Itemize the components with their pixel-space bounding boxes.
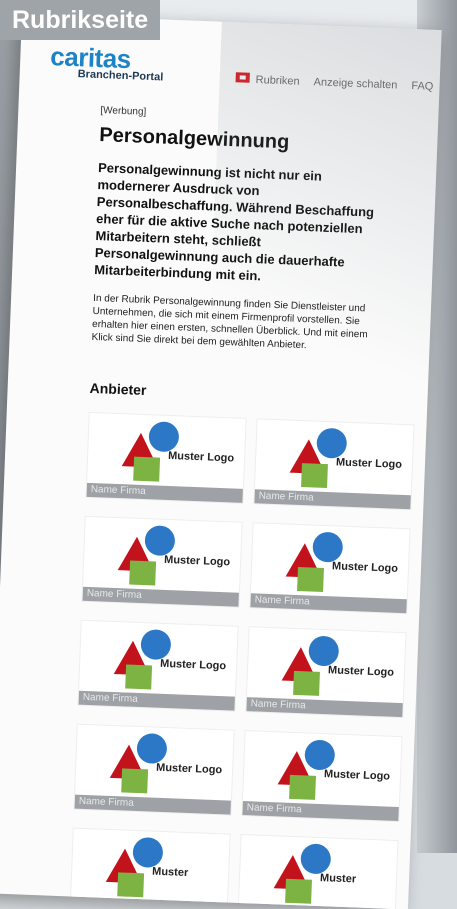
logo-text: Muster Logo (335, 456, 403, 471)
logo-text: Muster Logo (331, 560, 399, 575)
provider-card[interactable]: Muster Logo Name Firma (241, 730, 403, 823)
logo-text: Muster Logo (323, 768, 391, 783)
square-shape (285, 878, 312, 904)
logo-text: Muster Logo (327, 664, 395, 679)
provider-card[interactable]: Muster (237, 833, 399, 909)
provider-logo: Muster (239, 835, 398, 909)
provider-card[interactable]: Muster Logo Name Firma (85, 411, 247, 504)
square-shape (125, 664, 153, 690)
nav-item-anzeige[interactable]: Anzeige schalten (313, 76, 397, 91)
providers-heading: Anbieter (89, 379, 147, 399)
provider-logo: Muster Logo (251, 523, 410, 599)
page-title: Personalgewinnung (98, 124, 290, 154)
logo-text: Muster (319, 872, 357, 886)
provider-logo: Muster Logo (87, 413, 246, 489)
nav-item-faq[interactable]: FAQ (411, 80, 433, 93)
logo-text: Muster (151, 865, 189, 880)
square-shape (133, 456, 161, 482)
menu-flag-icon (235, 72, 250, 83)
nav-item-rubriken[interactable]: Rubriken (235, 72, 300, 88)
provider-logo: Muster Logo (255, 419, 414, 495)
logo-text: Muster Logo (163, 553, 231, 569)
square-shape (301, 463, 328, 489)
lead-paragraph: Personalgewinnung ist nicht nur ein mode… (93, 160, 375, 284)
provider-logo: Muster (71, 829, 230, 905)
provider-logo: Muster Logo (79, 621, 238, 697)
provider-card[interactable]: Muster (70, 827, 231, 906)
provider-logo: Muster Logo (75, 725, 234, 801)
page-type-label: Rubrikseite (0, 0, 161, 40)
provider-card[interactable]: Muster Logo Name Firma (81, 515, 243, 608)
providers-grid: Muster Logo Name Firma Muster Logo Name … (70, 411, 415, 909)
provider-card[interactable]: Muster Logo Name Firma (77, 619, 239, 712)
provider-card[interactable]: Muster Logo Name Firma (245, 626, 407, 719)
logo-text: Muster Logo (155, 761, 223, 777)
square-shape (297, 567, 324, 592)
logo-text: Muster Logo (159, 657, 227, 673)
square-shape (117, 872, 145, 898)
provider-logo: Muster Logo (83, 517, 242, 593)
square-shape (289, 774, 316, 800)
site-header: caritas Branchen-Portal Rubriken Anzeige… (49, 41, 441, 106)
provider-card[interactable]: Muster Logo Name Firma (249, 522, 411, 615)
provider-card[interactable]: Muster Logo Name Firma (253, 418, 415, 511)
ad-label: [Werbung] (100, 105, 147, 118)
square-shape (121, 768, 149, 794)
brand-subtitle: Branchen-Portal (77, 68, 164, 84)
provider-card[interactable]: Muster Logo Name Firma (73, 723, 235, 816)
main-content: [Werbung] Personalgewinnung Personalgewi… (70, 105, 415, 909)
body-paragraph: In der Rubrik Personalgewinnung finden S… (91, 292, 368, 352)
square-shape (129, 560, 157, 586)
main-nav: Rubriken Anzeige schalten FAQ (235, 72, 434, 93)
provider-logo: Muster Logo (243, 731, 402, 807)
provider-logo: Muster Logo (247, 627, 406, 703)
printed-page: caritas Branchen-Portal Rubriken Anzeige… (0, 14, 442, 909)
logo-text: Muster Logo (167, 449, 235, 465)
square-shape (293, 670, 320, 696)
